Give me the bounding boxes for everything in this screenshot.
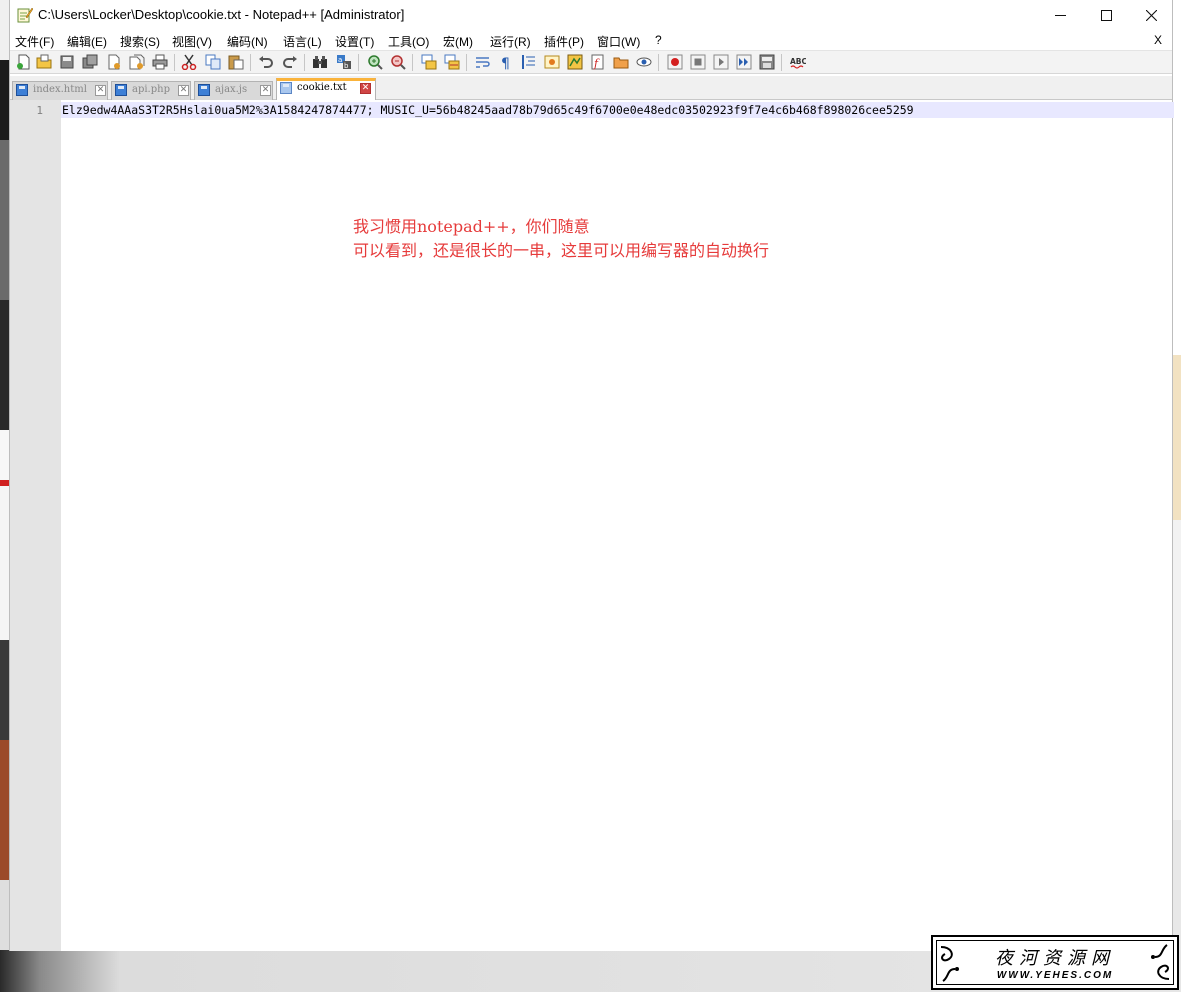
close-all-icon[interactable]	[129, 54, 145, 70]
menu-window[interactable]: 窗口(W)	[597, 33, 640, 50]
tab-cookie-txt[interactable]: cookie.txt ✕	[276, 78, 376, 100]
saved-file-icon	[280, 82, 292, 94]
menu-bar: 文件(F) 编辑(E) 搜索(S) 视图(V) 编码(N) 语言(L) 设置(T…	[10, 31, 1172, 50]
toolbar-separator	[781, 54, 782, 71]
spell-check-icon[interactable]: ABC	[790, 54, 806, 70]
word-wrap-icon[interactable]	[475, 54, 491, 70]
title-bar[interactable]: C:\Users\Locker\Desktop\cookie.txt - Not…	[10, 0, 1172, 31]
svg-text:¶: ¶	[501, 56, 510, 70]
menu-plugins[interactable]: 插件(P)	[544, 33, 584, 50]
close-document-button[interactable]: X	[1154, 33, 1162, 47]
menu-help[interactable]: ?	[655, 33, 662, 47]
toolbar-separator	[174, 54, 175, 71]
tab-label: index.html	[33, 84, 87, 95]
svg-text:b: b	[344, 62, 349, 70]
record-macro-icon[interactable]	[667, 54, 683, 70]
maximize-button[interactable]	[1083, 0, 1129, 31]
toolbar-separator	[412, 54, 413, 71]
menu-macro[interactable]: 宏(M)	[443, 33, 473, 50]
background-desktop-right	[1173, 0, 1181, 992]
menu-tools[interactable]: 工具(O)	[388, 33, 429, 50]
toolbar-separator	[304, 54, 305, 71]
tab-api-php[interactable]: api.php ✕	[111, 81, 191, 100]
sync-horizontal-icon[interactable]	[444, 54, 460, 70]
new-file-icon[interactable]	[16, 54, 32, 70]
annotation-text: 可以看到，还是很长的一串，这里可以用编写器的自动换行	[353, 241, 770, 260]
tab-label: ajax.js	[215, 84, 248, 95]
window-title: C:\Users\Locker\Desktop\cookie.txt - Not…	[38, 7, 405, 22]
maximize-icon	[1100, 10, 1112, 21]
annotation-text: 我习惯用notepad++，你们随意	[353, 217, 590, 236]
function-list-icon[interactable]: f	[590, 54, 606, 70]
toolbar-separator	[466, 54, 467, 71]
zoom-in-icon[interactable]	[367, 54, 383, 70]
toolbar-separator	[250, 54, 251, 71]
close-button[interactable]	[1128, 0, 1174, 31]
zoom-out-icon[interactable]	[390, 54, 406, 70]
menu-language[interactable]: 语言(L)	[283, 33, 322, 50]
open-file-icon[interactable]	[36, 54, 52, 70]
saved-file-icon	[198, 84, 210, 96]
saved-file-icon	[115, 84, 127, 96]
menu-encoding[interactable]: 编码(N)	[227, 33, 268, 50]
saved-file-icon	[16, 84, 28, 96]
tab-label: cookie.txt	[297, 82, 347, 93]
menu-view[interactable]: 视图(V)	[172, 33, 212, 50]
toolbar-separator	[658, 54, 659, 71]
close-icon	[1145, 10, 1157, 21]
tab-ajax-js[interactable]: ajax.js ✕	[194, 81, 273, 100]
tab-index-html[interactable]: index.html ✕	[12, 81, 108, 100]
toolbar: ab ¶ f ABC	[10, 50, 1172, 74]
tab-bar: index.html ✕ api.php ✕ ajax.js ✕ cookie.…	[10, 76, 1172, 100]
minimize-icon	[1054, 15, 1066, 16]
toolbar-separator	[358, 54, 359, 71]
save-icon[interactable]	[59, 54, 75, 70]
notepad-window: C:\Users\Locker\Desktop\cookie.txt - Not…	[9, 0, 1174, 951]
tab-close-icon[interactable]: ✕	[95, 85, 106, 96]
menu-search[interactable]: 搜索(S)	[120, 33, 160, 50]
tab-label: api.php	[132, 84, 170, 95]
svg-text:ABC: ABC	[790, 57, 806, 66]
copy-icon[interactable]	[205, 54, 221, 70]
line-number: 1	[36, 104, 43, 117]
line-number-gutter	[10, 100, 61, 951]
notepad-plus-plus-icon	[17, 7, 33, 23]
play-macro-icon[interactable]	[713, 54, 729, 70]
save-all-icon[interactable]	[82, 54, 98, 70]
stop-record-icon[interactable]	[690, 54, 706, 70]
save-macro-icon[interactable]	[759, 54, 775, 70]
tab-close-icon[interactable]: ✕	[178, 85, 189, 96]
folder-workspace-icon[interactable]	[613, 54, 629, 70]
menu-edit[interactable]: 编辑(E)	[67, 33, 107, 50]
tab-close-icon[interactable]: ✕	[360, 83, 371, 94]
svg-text:a: a	[338, 56, 342, 64]
show-all-characters-icon[interactable]: ¶	[498, 54, 514, 70]
watermark-logo: 夜河资源网 WWW.YEHES.COM	[931, 935, 1179, 990]
watermark-url: WWW.YEHES.COM	[996, 970, 1114, 981]
menu-run[interactable]: 运行(R)	[490, 33, 531, 50]
redo-icon[interactable]	[282, 54, 298, 70]
background-desktop-left	[0, 0, 9, 992]
close-file-icon[interactable]	[106, 54, 122, 70]
monitoring-eye-icon[interactable]	[636, 54, 652, 70]
tab-close-icon[interactable]: ✕	[260, 85, 271, 96]
document-map-icon[interactable]	[567, 54, 583, 70]
cut-icon[interactable]	[181, 54, 197, 70]
print-icon[interactable]	[152, 54, 168, 70]
replace-icon[interactable]: ab	[336, 54, 352, 70]
menu-settings[interactable]: 设置(T)	[335, 33, 374, 50]
paste-icon[interactable]	[228, 54, 244, 70]
find-icon[interactable]	[312, 54, 328, 70]
indent-guide-icon[interactable]	[521, 54, 537, 70]
sync-vertical-icon[interactable]	[421, 54, 437, 70]
undo-icon[interactable]	[258, 54, 274, 70]
run-macro-multiple-icon[interactable]	[736, 54, 752, 70]
minimize-button[interactable]	[1037, 0, 1083, 31]
watermark-title: 夜河资源网	[995, 948, 1115, 969]
editor-text-line[interactable]: Elz9edw4AAaS3T2R5Hslai0ua5M2%3A158424787…	[62, 103, 1172, 117]
user-language-icon[interactable]	[544, 54, 560, 70]
menu-file[interactable]: 文件(F)	[15, 33, 54, 50]
